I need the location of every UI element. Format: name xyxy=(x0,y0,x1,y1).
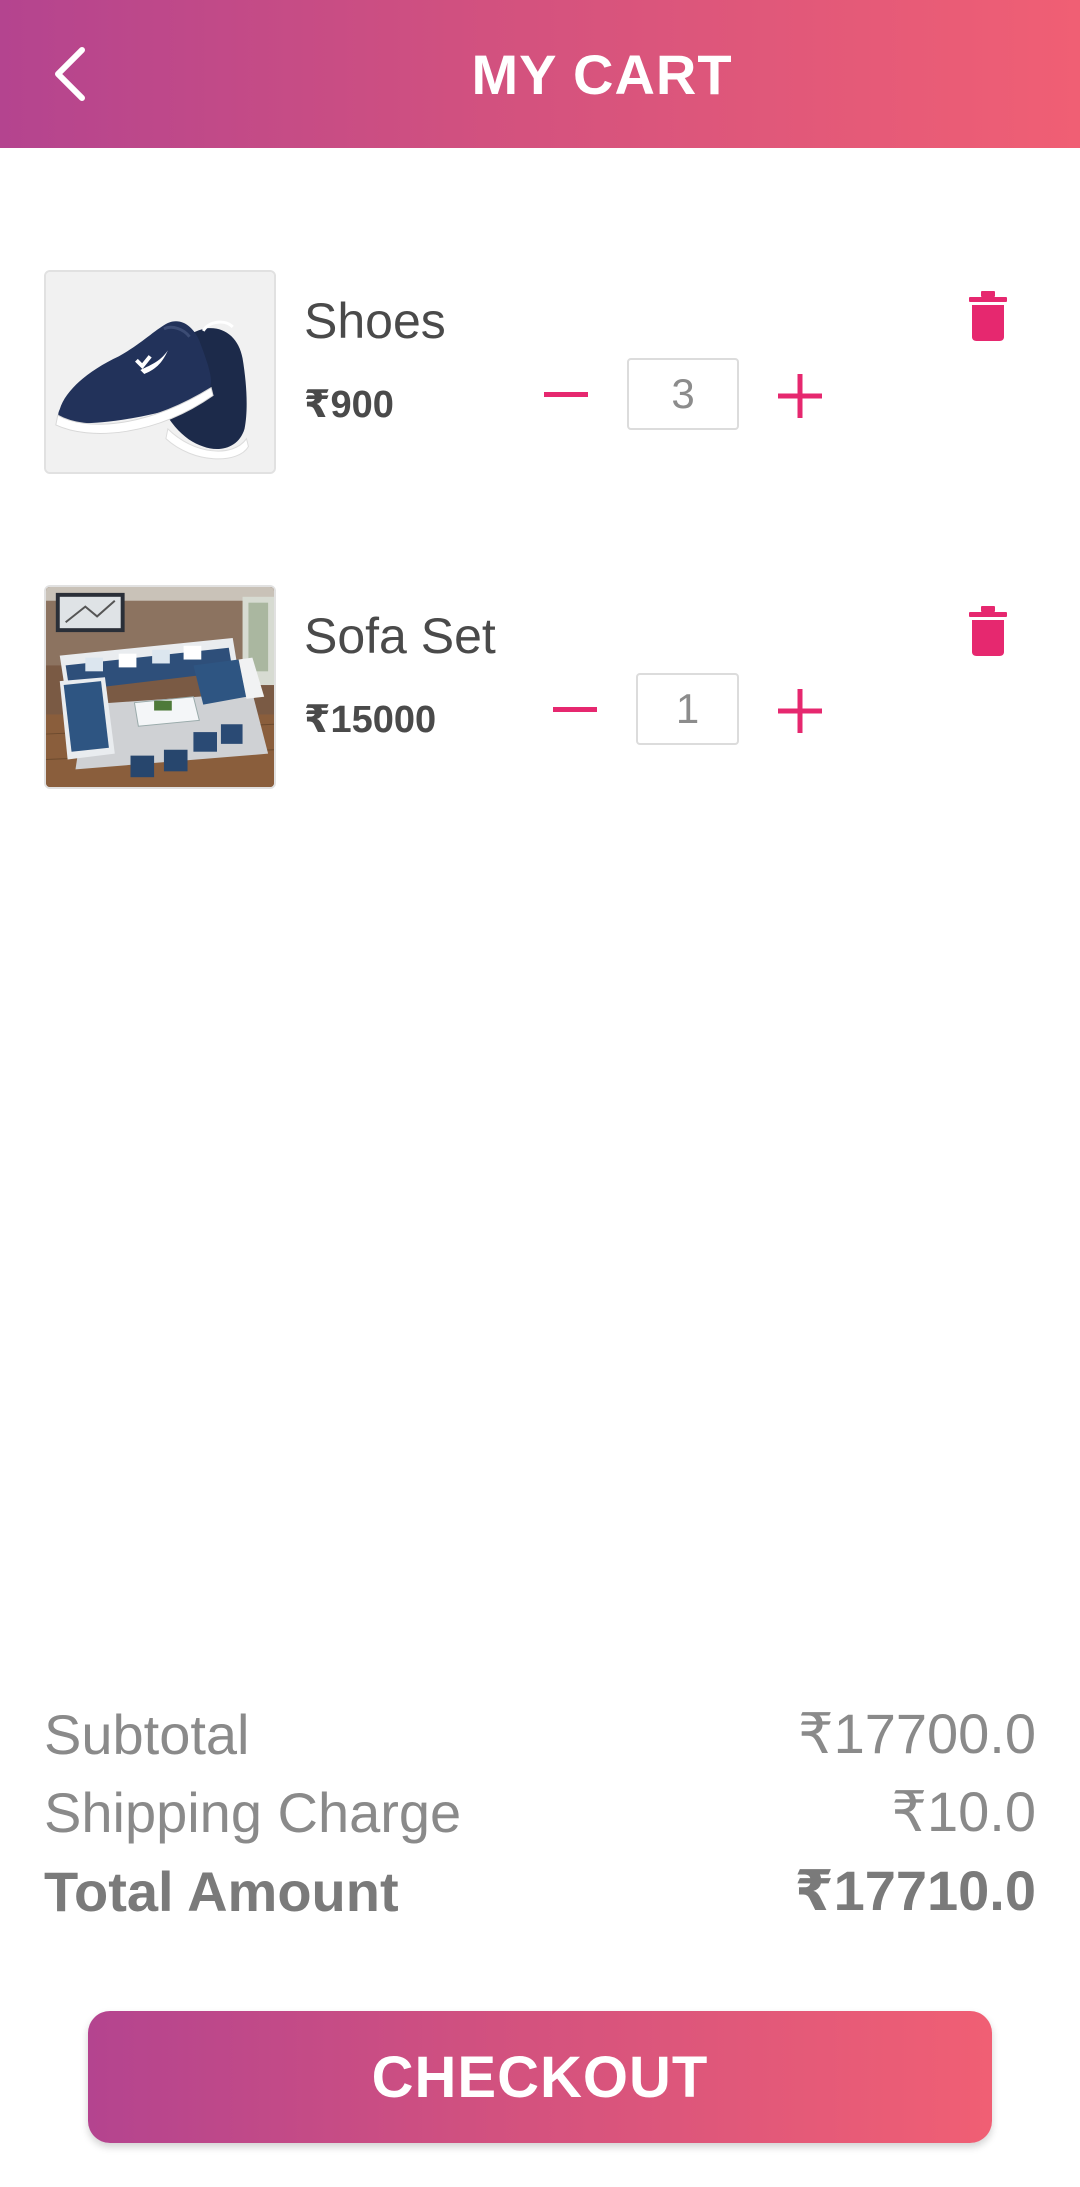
minus-icon xyxy=(553,707,597,712)
product-image-sofa-set[interactable] xyxy=(44,585,276,789)
increase-quantity-button[interactable] xyxy=(770,366,830,426)
increase-quantity-button[interactable] xyxy=(770,681,830,741)
product-name: Sofa Set xyxy=(304,608,496,664)
plus-icon xyxy=(778,374,822,418)
delete-item-button[interactable] xyxy=(962,603,1014,659)
checkout-button[interactable]: CHECKOUT xyxy=(88,2011,992,2143)
total-row: Total Amount ₹17710.0 xyxy=(44,1855,1036,1927)
quantity-field[interactable]: 1 xyxy=(636,673,739,745)
cart-screen: MY CART Shoes ₹900 3 Sofa Set ₹15000 1 S… xyxy=(0,0,1080,2187)
quantity-field[interactable]: 3 xyxy=(627,358,739,430)
shipping-row: Shipping Charge ₹10.0 xyxy=(44,1776,1036,1848)
decrease-quantity-button[interactable] xyxy=(545,681,605,741)
product-name: Shoes xyxy=(304,293,446,349)
subtotal-row: Subtotal ₹17700.0 xyxy=(44,1698,1036,1770)
plus-icon xyxy=(778,689,822,733)
decrease-quantity-button[interactable] xyxy=(536,366,596,426)
cart-item-sofa-set: Sofa Set ₹15000 1 xyxy=(0,585,1080,791)
product-price: ₹900 xyxy=(304,384,394,426)
shipping-label: Shipping Charge xyxy=(44,1780,462,1844)
subtotal-label: Subtotal xyxy=(44,1702,250,1766)
product-price: ₹15000 xyxy=(304,699,437,741)
product-image-shoes[interactable] xyxy=(44,270,276,474)
total-value: ₹17710.0 xyxy=(794,1859,1036,1922)
total-label: Total Amount xyxy=(44,1859,399,1923)
trash-icon xyxy=(969,606,1007,656)
minus-icon xyxy=(544,392,588,397)
cart-item-shoes: Shoes ₹900 3 xyxy=(0,270,1080,476)
subtotal-value: ₹17700.0 xyxy=(797,1702,1036,1765)
app-header: MY CART xyxy=(0,0,1080,148)
shipping-value: ₹10.0 xyxy=(891,1780,1036,1843)
trash-icon xyxy=(969,291,1007,341)
sneakers-photo xyxy=(46,272,274,472)
sofa-set-photo xyxy=(46,587,274,787)
delete-item-button[interactable] xyxy=(962,288,1014,344)
page-title: MY CART xyxy=(471,42,733,106)
